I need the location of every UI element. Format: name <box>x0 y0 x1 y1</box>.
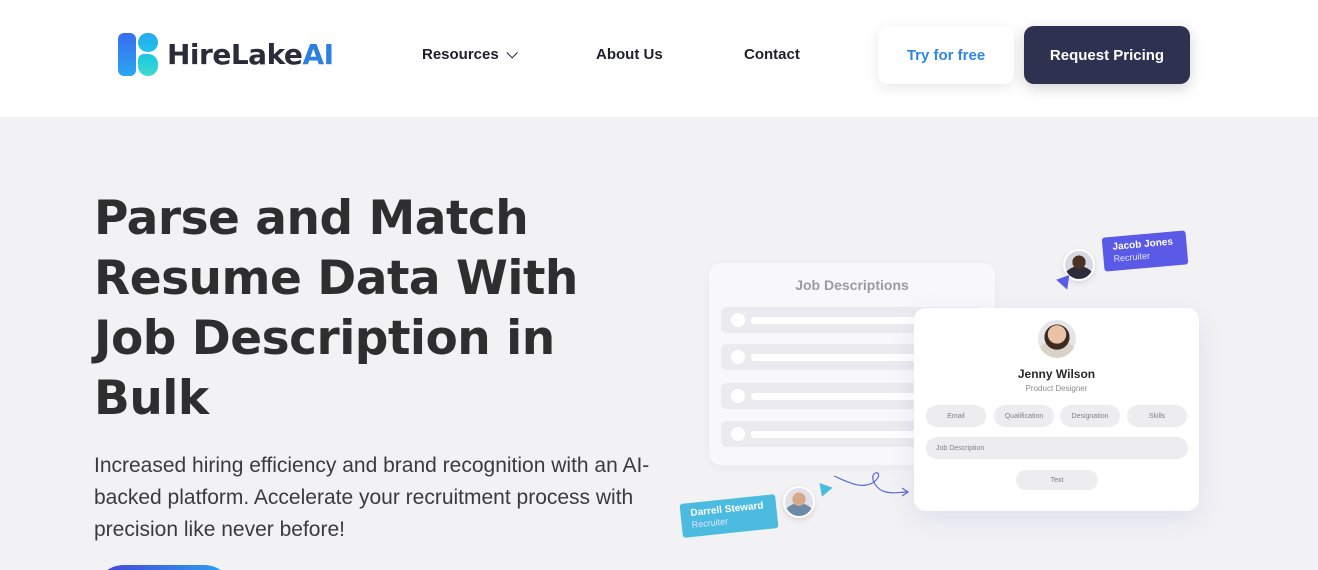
chip-designation: Designation <box>1060 405 1120 427</box>
candidate-name: Jenny Wilson <box>1017 367 1096 381</box>
logo-text-main: HireLake <box>167 38 303 71</box>
logo-text: HireLakeAI <box>167 38 334 71</box>
chip-qualification: Qualification <box>994 405 1054 427</box>
nav-about-us[interactable]: About Us <box>596 46 663 63</box>
try-for-free-button[interactable]: Try for free <box>878 26 1014 84</box>
nav-contact[interactable]: Contact <box>744 46 800 63</box>
recruiter-tag-top: Jacob Jones Recruiter <box>1101 230 1189 272</box>
logo-mark-icon <box>118 33 161 76</box>
nav-contact-label: Contact <box>744 46 800 63</box>
chip-skills: Skills <box>1127 405 1187 427</box>
hero-subtitle: Increased hiring efficiency and brand re… <box>94 454 650 541</box>
request-pricing-button[interactable]: Request Pricing <box>1024 26 1190 84</box>
candidate-role: Product Designer <box>1025 384 1088 393</box>
logo[interactable]: HireLakeAI <box>118 33 334 76</box>
hero-title: Parse and Match Resume Data With Job Des… <box>94 191 578 426</box>
curved-arrow-icon <box>833 472 910 497</box>
hero-cta-button[interactable] <box>94 565 234 570</box>
text-button: Text <box>1016 470 1098 490</box>
chip-email: Email <box>926 405 986 427</box>
nav-about-us-label: About Us <box>596 46 663 63</box>
job-description-field: Job Description <box>926 437 1188 459</box>
logo-text-accent: AI <box>302 38 334 71</box>
nav-resources[interactable]: Resources <box>422 46 518 63</box>
nav-resources-label: Resources <box>422 46 499 63</box>
avatar <box>1038 320 1076 358</box>
avatar <box>783 486 815 518</box>
site-header: HireLakeAI Resources About Us Contact Tr… <box>0 0 1318 117</box>
chevron-down-icon <box>506 46 518 59</box>
job-descriptions-title: Job Descriptions <box>795 277 909 293</box>
candidate-profile-card: Jenny Wilson Product Designer Email Qual… <box>914 308 1199 511</box>
